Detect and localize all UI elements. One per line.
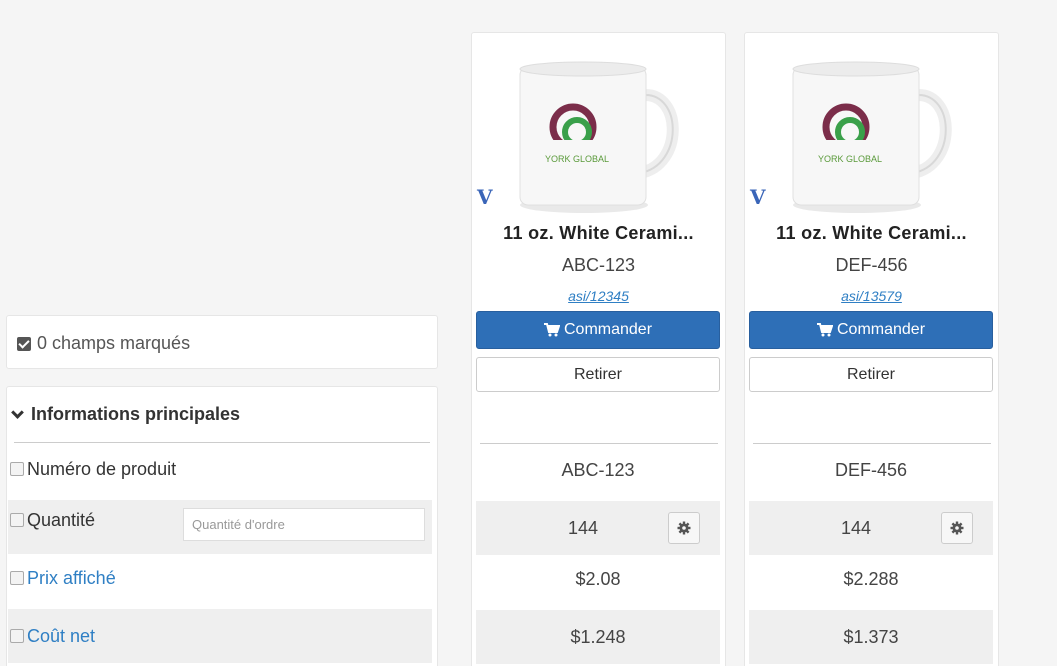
order-button[interactable]: Commander bbox=[749, 311, 993, 349]
net-cost-cell: $1.248 bbox=[476, 610, 720, 664]
marked-fields-toggle[interactable]: 0 champs marqués bbox=[17, 333, 190, 354]
product-name[interactable]: 11 oz. White Cerami... bbox=[472, 223, 725, 244]
checkbox[interactable] bbox=[10, 513, 24, 527]
settings-button[interactable] bbox=[668, 512, 700, 544]
displayed-price-cell: $2.288 bbox=[843, 568, 899, 589]
quantity-value: 144 bbox=[567, 517, 599, 538]
remove-button[interactable]: Retirer bbox=[476, 357, 720, 392]
supplier-logo-icon: V bbox=[477, 185, 493, 209]
marked-fields-label: 0 champs marqués bbox=[37, 333, 191, 353]
supplier-logo-icon: V bbox=[750, 185, 766, 209]
field-label-link[interactable]: Prix affiché bbox=[27, 568, 116, 589]
gear-icon bbox=[950, 521, 964, 535]
displayed-price-cell: $2.08 bbox=[575, 568, 621, 589]
settings-button[interactable] bbox=[941, 512, 973, 544]
product-card: YORK GLOBAL V 11 oz. White Cerami... DEF… bbox=[744, 32, 999, 666]
product-image[interactable] bbox=[512, 55, 682, 215]
brand-text: YORK GLOBAL bbox=[817, 154, 883, 164]
quantity-input[interactable] bbox=[183, 508, 425, 541]
checkbox[interactable] bbox=[10, 462, 24, 476]
quantity-cell: 144 bbox=[476, 501, 720, 555]
order-label: Commander bbox=[836, 321, 926, 338]
product-name[interactable]: 11 oz. White Cerami... bbox=[745, 223, 998, 244]
brand-text: YORK GLOBAL bbox=[544, 154, 610, 164]
field-row-net-cost: Coût net bbox=[8, 609, 432, 663]
gear-icon bbox=[677, 521, 691, 535]
product-code: DEF-456 bbox=[835, 255, 908, 275]
product-image[interactable] bbox=[785, 55, 955, 215]
field-label: Quantité bbox=[27, 509, 96, 530]
quantity-cell: 144 bbox=[749, 501, 993, 555]
product-number-cell: ABC-123 bbox=[561, 459, 635, 480]
chevron-down-icon bbox=[11, 406, 24, 419]
net-cost-cell: $1.373 bbox=[749, 610, 993, 664]
field-row-product-number: Numéro de produit bbox=[8, 442, 432, 496]
checkbox[interactable] bbox=[10, 629, 24, 643]
field-row-quantity: Quantité bbox=[8, 500, 432, 554]
section-title: Informations principales bbox=[31, 404, 241, 424]
marked-fields-panel: 0 champs marqués bbox=[6, 315, 438, 369]
field-label-link[interactable]: Coût net bbox=[27, 626, 95, 647]
product-number-cell: DEF-456 bbox=[834, 459, 908, 480]
checkbox-checked-icon[interactable] bbox=[17, 336, 31, 351]
product-code: ABC-123 bbox=[561, 255, 636, 275]
product-card: YORK GLOBAL V 11 oz. White Cerami... ABC… bbox=[471, 32, 726, 666]
field-label: Numéro de produit bbox=[27, 458, 177, 479]
remove-button[interactable]: Retirer bbox=[749, 357, 993, 392]
cart-icon bbox=[543, 323, 560, 337]
checkbox[interactable] bbox=[10, 571, 24, 585]
field-row-displayed-price: Prix affiché bbox=[8, 551, 432, 605]
order-button[interactable]: Commander bbox=[476, 311, 720, 349]
asi-link[interactable]: asi/12345 bbox=[472, 288, 725, 304]
cart-icon bbox=[816, 323, 833, 337]
quantity-value: 144 bbox=[840, 517, 872, 538]
section-header[interactable]: Informations principales bbox=[10, 404, 240, 425]
order-label: Commander bbox=[563, 321, 653, 338]
asi-link[interactable]: asi/13579 bbox=[745, 288, 998, 304]
